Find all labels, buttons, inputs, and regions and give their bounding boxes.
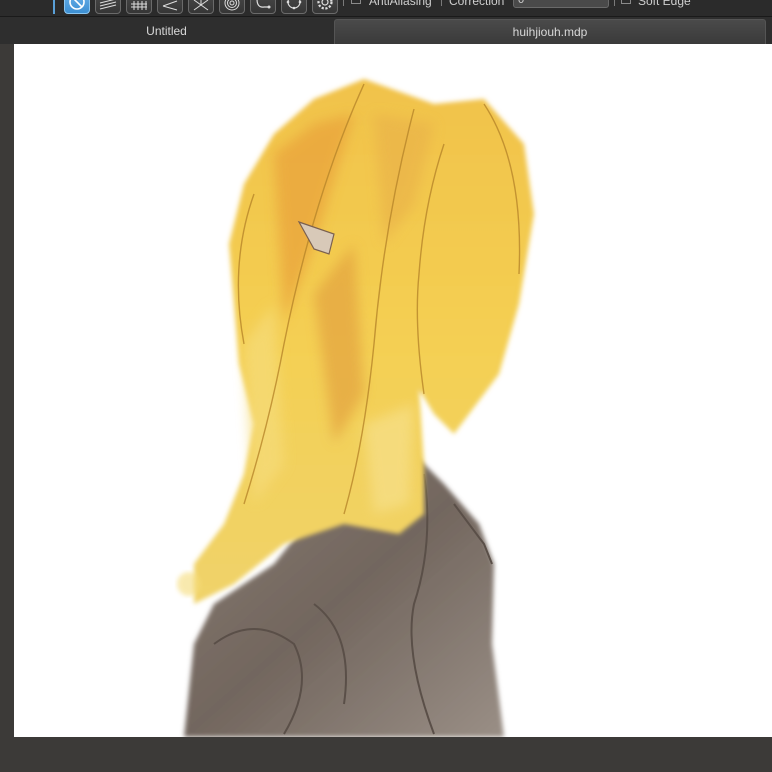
- character-illustration: [177, 79, 534, 737]
- circle-ruler-button[interactable]: [281, 0, 307, 14]
- radial-lines-icon: [193, 0, 209, 11]
- symmetry-off-button[interactable]: [64, 0, 90, 14]
- gear-icon: [317, 0, 333, 10]
- tab-untitled[interactable]: Untitled: [0, 19, 333, 44]
- toolbar-divider: [614, 0, 615, 6]
- concentric-ruler-button[interactable]: [219, 0, 245, 14]
- document-tab-bar: Untitled huihjiouh.mdp: [0, 17, 772, 44]
- soft-edge-checkbox[interactable]: [621, 0, 631, 4]
- tab-huihjiouh[interactable]: huihjiouh.mdp: [334, 19, 766, 44]
- perspective-ruler-button[interactable]: [157, 0, 183, 14]
- toolbar-separator: [53, 0, 55, 14]
- parallel-lines-icon: [99, 0, 117, 10]
- circle-points-icon: [286, 0, 302, 10]
- ruler-settings-button[interactable]: [312, 0, 338, 14]
- ruler-toolbar: AntiAliasing Correction 0 Soft Edge: [0, 0, 772, 17]
- toolbar-divider: [441, 0, 442, 6]
- soft-edge-label: Soft Edge: [638, 0, 691, 8]
- antialiasing-label: AntiAliasing: [369, 0, 432, 8]
- toolbar-divider: [343, 0, 344, 6]
- perspective-icon: [162, 0, 178, 11]
- drawing-canvas[interactable]: [14, 44, 772, 737]
- curve-icon: [256, 0, 271, 9]
- curve-ruler-button[interactable]: [250, 0, 276, 14]
- parallel-ruler-button[interactable]: [95, 0, 121, 14]
- radial-ruler-button[interactable]: [188, 0, 214, 14]
- prohibited-icon: [69, 0, 85, 10]
- grid-ruler-button[interactable]: [126, 0, 152, 14]
- concentric-circles-icon: [224, 0, 240, 11]
- correction-select[interactable]: 0: [513, 0, 609, 8]
- antialiasing-checkbox[interactable]: [351, 0, 361, 4]
- grid-icon: [131, 1, 147, 10]
- correction-label: Correction: [449, 0, 505, 8]
